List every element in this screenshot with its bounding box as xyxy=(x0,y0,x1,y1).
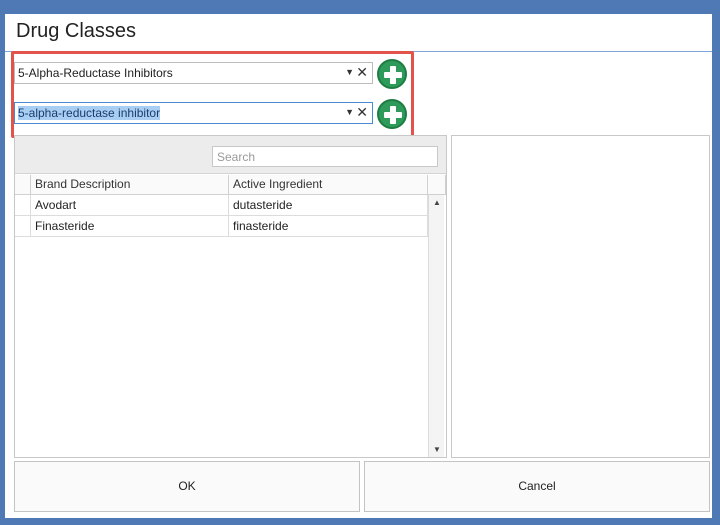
subclass-combobox-value: 5-alpha-reductase inhibitor xyxy=(18,106,161,120)
clear-icon[interactable]: ✕ xyxy=(356,104,368,121)
table-cell-brand[interactable]: Finasteride xyxy=(31,216,229,237)
drug-classes-dialog: Drug Classes 5-Alpha-Reductase Inhibitor… xyxy=(5,14,712,518)
row-indicator[interactable] xyxy=(15,195,31,216)
table-cell-ingredient[interactable]: dutasteride xyxy=(229,195,428,216)
cancel-button[interactable]: Cancel xyxy=(364,461,710,512)
dropdown-arrow-icon[interactable]: ▼ xyxy=(345,67,354,77)
drug-class-combobox[interactable]: 5-Alpha-Reductase Inhibitors ▼ ✕ xyxy=(14,62,373,84)
header-filler xyxy=(428,175,446,195)
add-subclass-button[interactable] xyxy=(377,99,407,129)
plus-icon-bar xyxy=(384,72,402,78)
grid-toolbar: Search xyxy=(15,136,446,174)
column-header-brand[interactable]: Brand Description xyxy=(31,175,229,195)
add-drug-class-button[interactable] xyxy=(377,59,407,89)
search-input[interactable]: Search xyxy=(212,146,438,167)
search-placeholder: Search xyxy=(217,150,256,164)
column-header-ingredient[interactable]: Active Ingredient xyxy=(229,175,428,195)
ok-button[interactable]: OK xyxy=(14,461,360,512)
vertical-scrollbar[interactable]: ▲ ▼ xyxy=(428,195,444,457)
table-cell-brand[interactable]: Avodart xyxy=(31,195,229,216)
subclass-combobox[interactable]: 5-alpha-reductase inhibitor ▼ ✕ xyxy=(14,102,373,124)
row-indicator-header xyxy=(15,175,31,195)
dropdown-arrow-icon[interactable]: ▼ xyxy=(345,107,354,117)
subclass-combobox-value-wrap: 5-alpha-reductase inhibitor xyxy=(18,106,161,120)
details-panel xyxy=(451,135,710,458)
scroll-down-icon[interactable]: ▼ xyxy=(433,445,441,454)
scroll-up-icon[interactable]: ▲ xyxy=(433,198,441,207)
dialog-title: Drug Classes xyxy=(16,20,137,42)
table-cell-ingredient[interactable]: finasteride xyxy=(229,216,428,237)
drug-class-combobox-value: 5-Alpha-Reductase Inhibitors xyxy=(18,66,173,80)
clear-icon[interactable]: ✕ xyxy=(356,64,368,81)
plus-icon-bar xyxy=(384,112,402,118)
drug-grid: Search Brand Description Active Ingredie… xyxy=(14,135,447,458)
row-indicator[interactable] xyxy=(15,216,31,237)
